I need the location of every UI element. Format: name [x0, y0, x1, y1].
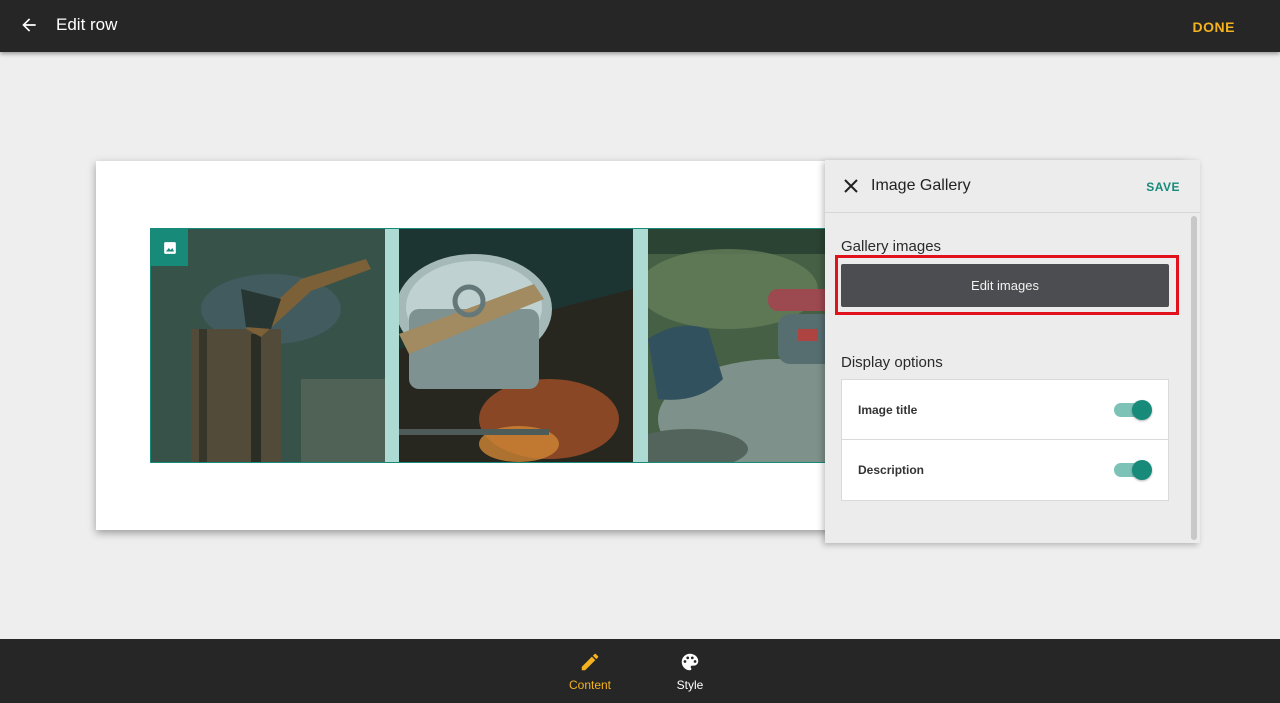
tab-content[interactable]: Content — [550, 651, 630, 697]
gallery-selection-overlay — [151, 229, 869, 462]
display-options-heading: Display options — [841, 354, 943, 371]
pencil-icon — [581, 653, 599, 671]
close-icon — [844, 179, 858, 193]
top-app-bar: Edit row DONE — [0, 0, 1280, 52]
page-title: Edit row — [56, 15, 118, 34]
palette-icon — [681, 653, 699, 671]
arrow-left-icon — [22, 18, 36, 32]
image-icon — [163, 241, 176, 254]
panel-title: Image Gallery — [871, 177, 971, 194]
image-gallery[interactable] — [150, 228, 870, 463]
toggle-knob — [1132, 460, 1152, 480]
back-button[interactable] — [14, 10, 44, 40]
display-options-list: Image title Description — [841, 379, 1169, 501]
edit-images-button[interactable]: Edit images — [841, 264, 1169, 307]
gallery-images-heading: Gallery images — [841, 238, 942, 255]
option-image-title: Image title — [842, 380, 1168, 440]
option-description: Description — [842, 440, 1168, 500]
tab-label: Style — [676, 678, 704, 692]
gallery-type-badge — [151, 229, 188, 266]
toggle-knob — [1132, 400, 1152, 420]
option-label: Description — [858, 463, 925, 477]
image-gallery-panel: Image Gallery SAVE Gallery images Edit i… — [825, 160, 1200, 543]
tab-label: Content — [568, 678, 612, 692]
image-title-toggle[interactable] — [1114, 400, 1152, 420]
save-button[interactable]: SAVE — [1146, 180, 1180, 194]
bottom-navigation-bar: Content Style — [0, 639, 1280, 703]
tab-style[interactable]: Style — [650, 651, 730, 697]
option-label: Image title — [858, 403, 918, 417]
done-button[interactable]: DONE — [1193, 19, 1235, 35]
close-button[interactable] — [841, 176, 861, 196]
panel-header: Image Gallery SAVE — [825, 160, 1200, 213]
panel-scrollbar[interactable] — [1191, 216, 1197, 540]
description-toggle[interactable] — [1114, 460, 1152, 480]
